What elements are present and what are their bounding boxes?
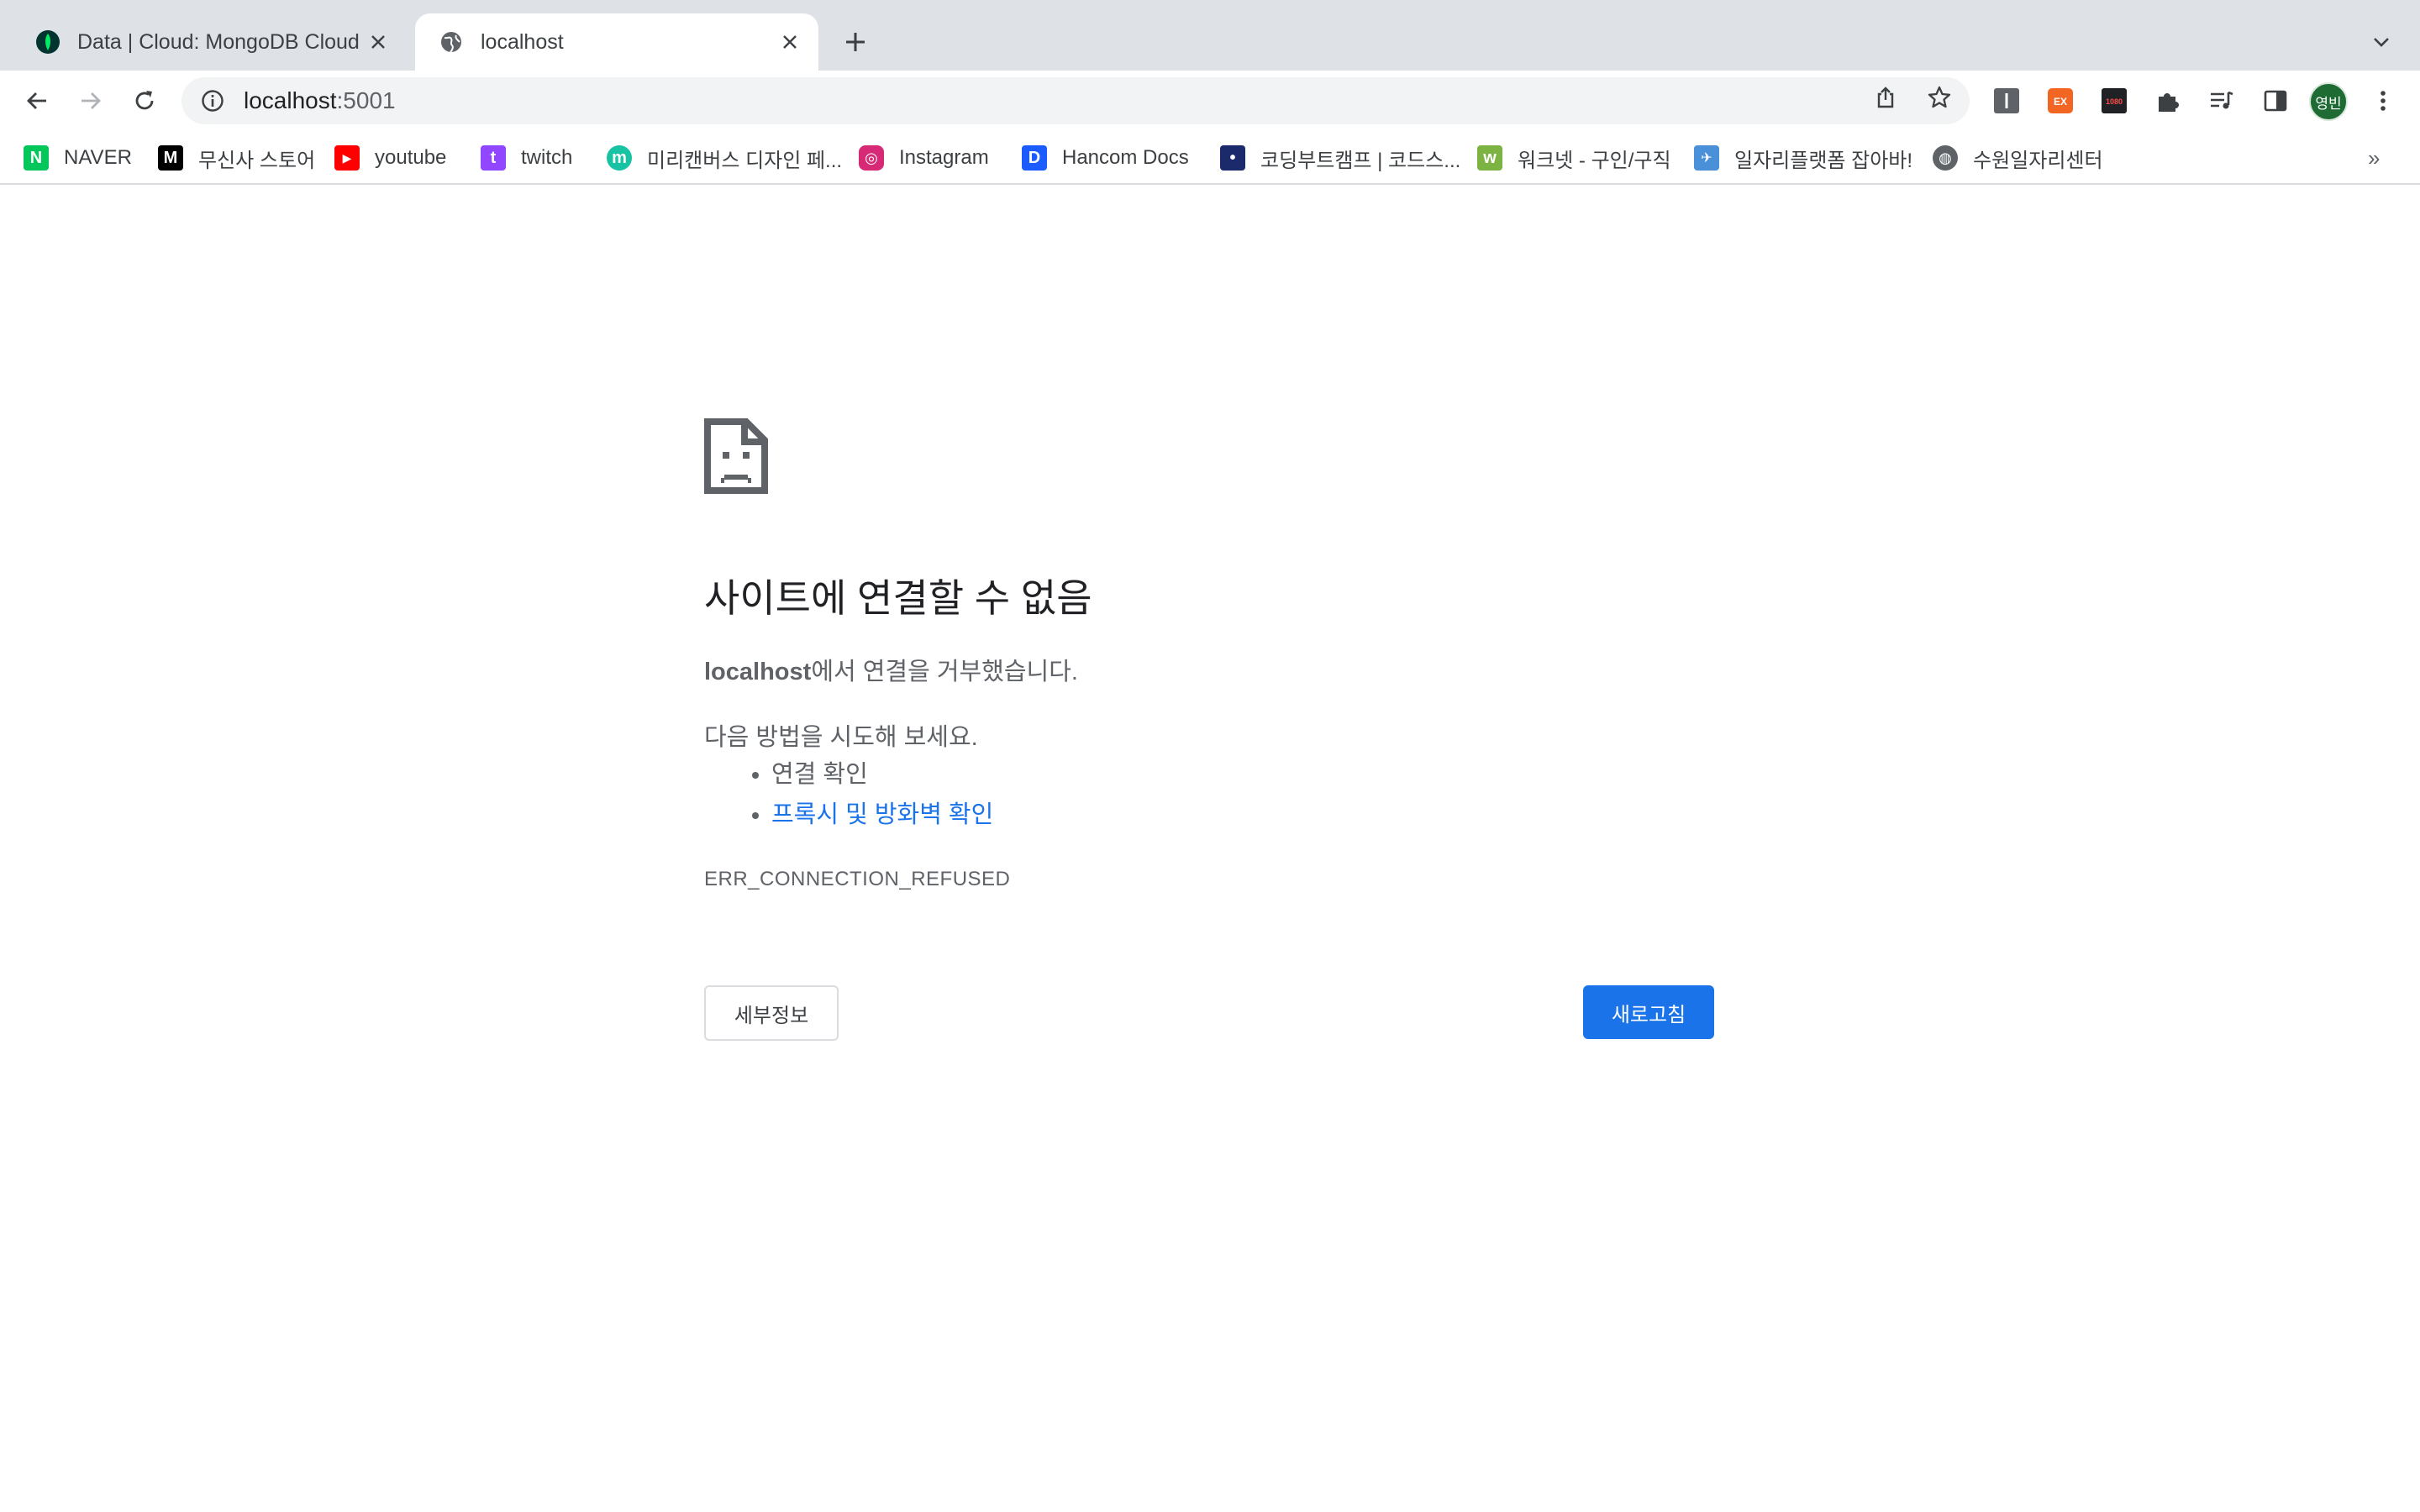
bookmark-label: 수원일자리센터 — [1973, 149, 2103, 172]
error-heading: 사이트에 연결할 수 없음 — [704, 576, 1092, 620]
bookmark-twitch[interactable]: t twitch — [481, 143, 572, 173]
twitch-icon: t — [481, 145, 506, 171]
bookmark-label: twitch — [521, 146, 573, 169]
sad-page-icon — [704, 418, 768, 494]
bookmark-naver[interactable]: N NAVER — [24, 143, 132, 173]
arrow-right-icon — [82, 92, 101, 109]
musinsa-icon: M — [158, 145, 183, 171]
bookmark-label: 일자리플랫폼 잡아바! — [1734, 149, 1913, 172]
media-queue-icon[interactable] — [2207, 86, 2237, 116]
tab-localhost[interactable]: localhost — [415, 13, 818, 71]
bookmark-label: 워크넷 - 구인/구직 — [1518, 149, 1671, 172]
bookmark-label: 미리캔버스 디자인 페... — [647, 149, 843, 172]
mongodb-leaf-icon — [34, 28, 62, 56]
back-button[interactable] — [17, 81, 57, 121]
bookmark-jobaba[interactable]: ✈ 일자리플랫폼 잡아바! — [1694, 143, 1912, 173]
instagram-icon: ◎ — [859, 145, 884, 171]
chevron-down-icon — [2374, 38, 2389, 47]
check-proxy-firewall-link[interactable]: 프록시 및 방화벽 확인 — [771, 801, 993, 828]
profile-avatar[interactable]: 영빈 — [2309, 82, 2348, 121]
reload-icon — [135, 91, 154, 110]
tab-strip: Data | Cloud: MongoDB Cloud localhost — [0, 0, 2420, 71]
bookmark-worknet[interactable]: w 워크넷 - 구인/구직 — [1477, 143, 1671, 173]
globe-icon: ◍ — [1933, 145, 1958, 171]
more-menu-icon[interactable] — [2368, 86, 2398, 116]
globe-icon — [437, 28, 466, 56]
bookmark-musinsa[interactable]: M 무신사 스토어 — [158, 143, 315, 173]
suggestion-check-proxy-firewall: 프록시 및 방화벽 확인 — [771, 795, 993, 835]
youtube-icon: ▶ — [334, 145, 360, 171]
arrow-left-icon — [27, 92, 46, 109]
toolbar: localhost:5001 EX 1080 영빈 — [0, 71, 2420, 131]
bookmarks-overflow-button[interactable]: » — [2368, 143, 2380, 173]
bookmark-label: NAVER — [64, 146, 132, 169]
worknet-icon: w — [1477, 145, 1502, 171]
error-host: localhost — [704, 659, 812, 685]
reload-button[interactable]: 새로고침 — [1583, 985, 1714, 1039]
svg-text:EX: EX — [2054, 96, 2067, 108]
bookmark-miricanvas[interactable]: m 미리캔버스 디자인 페... — [607, 143, 842, 173]
url-host: localhost — [244, 87, 337, 113]
error-code: ERR_CONNECTION_REFUSED — [704, 868, 1011, 890]
extension-ex-icon[interactable]: EX — [2045, 86, 2075, 116]
forward-button[interactable] — [71, 81, 111, 121]
suggestions-list: 연결 확인 프록시 및 방화벽 확인 — [738, 754, 993, 835]
bookmark-label: Instagram — [899, 146, 989, 169]
hancom-docs-icon: D — [1022, 145, 1047, 171]
tab-title: Data | Cloud: MongoDB Cloud — [77, 29, 360, 54]
side-panel-icon[interactable] — [2260, 86, 2291, 116]
new-tab-button[interactable] — [837, 24, 874, 60]
tab-mongodb[interactable]: Data | Cloud: MongoDB Cloud — [20, 13, 407, 71]
naver-icon: N — [24, 145, 49, 171]
reload-toolbar-button[interactable] — [124, 81, 165, 121]
suggestion-check-connection: 연결 확인 — [771, 754, 993, 795]
bookmark-suwon-job-center[interactable]: ◍ 수원일자리센터 — [1933, 143, 2103, 173]
bookmark-label: Hancom Docs — [1062, 146, 1189, 169]
miricanvas-icon: m — [607, 145, 632, 171]
error-message: localhost에서 연결을 거부했습니다. — [704, 652, 1078, 687]
bookmark-label: 코딩부트캠프 | 코드스... — [1260, 149, 1461, 172]
suggestions-title: 다음 방법을 시도해 보세요. — [704, 724, 978, 751]
bookmark-codestates[interactable]: • 코딩부트캠프 | 코드스... — [1220, 143, 1460, 173]
plus-icon — [846, 33, 865, 51]
svg-text:1080: 1080 — [2106, 97, 2123, 106]
tab-search-button[interactable] — [2363, 24, 2400, 60]
share-icon — [1877, 87, 1894, 108]
bookmarks-bar: N NAVER M 무신사 스토어 ▶ youtube t twitch m 미… — [0, 131, 2420, 185]
url-text: localhost:5001 — [244, 87, 396, 114]
bookmark-label: 무신사 스토어 — [198, 149, 316, 172]
url-port: :5001 — [336, 87, 396, 113]
share-button[interactable] — [1865, 77, 1906, 118]
bookmark-label: youtube — [375, 146, 447, 169]
extensions-puzzle-icon[interactable] — [2153, 86, 2183, 116]
close-tab-icon[interactable] — [775, 27, 805, 57]
address-bar[interactable]: localhost:5001 — [182, 77, 1970, 124]
site-info-icon[interactable] — [198, 87, 227, 115]
bookmark-hancom-docs[interactable]: D Hancom Docs — [1022, 143, 1189, 173]
extension-1080-icon[interactable]: 1080 — [2099, 86, 2129, 116]
details-button[interactable]: 세부정보 — [704, 985, 839, 1041]
tab-title: localhost — [481, 29, 564, 54]
jobaba-icon: ✈ — [1694, 145, 1719, 171]
bookmark-youtube[interactable]: ▶ youtube — [334, 143, 446, 173]
bookmark-star-button[interactable] — [1919, 77, 1960, 118]
star-icon — [1928, 86, 1951, 108]
error-message-suffix: 에서 연결을 거부했습니다. — [811, 659, 1078, 685]
extension-i-icon[interactable] — [1991, 86, 2022, 116]
codestates-icon: • — [1220, 145, 1245, 171]
close-tab-icon[interactable] — [363, 27, 393, 57]
bookmark-instagram[interactable]: ◎ Instagram — [859, 143, 989, 173]
